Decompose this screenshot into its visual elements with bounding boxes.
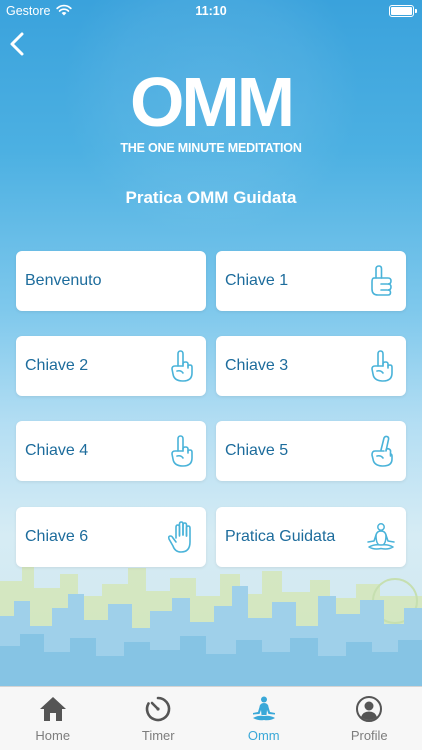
card-label: Chiave 5	[225, 442, 289, 459]
card-label: Pratica Guidata	[225, 528, 336, 545]
card-chiave-3[interactable]: Chiave 3	[216, 336, 406, 396]
card-label: Chiave 6	[25, 528, 89, 545]
card-chiave-4[interactable]: Chiave 4	[16, 421, 206, 481]
card-benvenuto[interactable]: Benvenuto	[16, 251, 206, 311]
card-label: Chiave 4	[25, 442, 89, 459]
status-bar: Gestore 11:10	[0, 0, 422, 22]
card-label: Chiave 1	[225, 272, 289, 289]
meditation-pose-icon	[252, 696, 275, 721]
index-finger-hand-icon	[171, 350, 193, 382]
card-label: Chiave 2	[25, 357, 89, 374]
card-chiave-1[interactable]: Chiave 1	[216, 251, 406, 311]
omm-logo-text: OMM	[129, 63, 295, 141]
tab-profile[interactable]: Profile	[317, 687, 422, 750]
profile-icon	[356, 696, 383, 722]
tab-label: Home	[35, 728, 71, 743]
screen-background: Gestore 11:10 OMM THE ONE MINUTE MEDITAT…	[0, 0, 422, 686]
card-label: Benvenuto	[25, 272, 102, 289]
index-finger-hand-icon	[371, 350, 393, 382]
card-chiave-2[interactable]: Chiave 2	[16, 336, 206, 396]
tab-home[interactable]: Home	[0, 687, 106, 750]
tab-omm[interactable]: Omm	[211, 687, 317, 750]
tab-timer[interactable]: Timer	[106, 687, 212, 750]
city-skyline-illustration	[0, 566, 422, 686]
status-time: 11:10	[195, 4, 227, 18]
tab-bar: Home Timer Omm Profile	[0, 686, 422, 750]
timer-icon	[145, 696, 171, 722]
card-label: Chiave 3	[225, 357, 289, 374]
card-chiave-5[interactable]: Chiave 5	[216, 421, 406, 481]
tab-label: Profile	[350, 728, 388, 743]
tab-label: Timer	[141, 728, 175, 743]
home-icon	[39, 697, 66, 721]
thumbs-up-hand-icon	[371, 265, 392, 296]
omm-logo-subtitle: THE ONE MINUTE MEDITATION	[120, 141, 302, 155]
tab-label: Omm	[247, 728, 280, 743]
battery-icon	[389, 5, 417, 17]
index-finger-hand-icon	[371, 435, 393, 467]
card-pratica-guidata[interactable]: Pratica Guidata	[216, 507, 406, 567]
index-finger-hand-icon	[171, 435, 193, 467]
card-chiave-6[interactable]: Chiave 6	[16, 507, 206, 567]
back-chevron-icon[interactable]	[6, 30, 30, 58]
meditation-pose-icon	[367, 523, 395, 550]
page-title: Pratica OMM Guidata	[125, 188, 297, 207]
open-hand-icon	[167, 521, 191, 553]
